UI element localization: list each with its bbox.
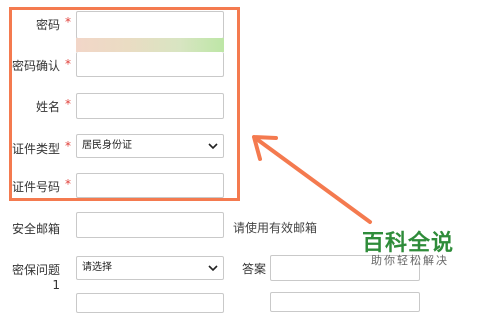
- id-type-select[interactable]: 居民身份证: [76, 134, 224, 158]
- next-row-input-left[interactable]: [76, 293, 224, 313]
- next-row-input-right[interactable]: [270, 292, 420, 312]
- id-number-input[interactable]: [76, 173, 224, 198]
- id-type-selected-value: 居民身份证: [82, 140, 132, 151]
- brand-watermark-subtitle: 助你轻松解决: [371, 254, 449, 267]
- name-input[interactable]: [76, 93, 224, 119]
- email-input[interactable]: [76, 212, 224, 238]
- name-label: 姓名: [35, 100, 60, 114]
- answer-label: 答案: [241, 262, 266, 276]
- password-confirm-label: 密码确认: [11, 59, 60, 73]
- security-question-select[interactable]: 请选择: [76, 256, 224, 280]
- security-question-label: 密保问题1: [11, 263, 60, 292]
- password-label: 密码: [35, 18, 60, 32]
- annotation-arrow: [252, 135, 372, 224]
- password-required-mark: *: [65, 15, 71, 29]
- password-confirm-input[interactable]: [76, 52, 224, 77]
- password-input[interactable]: [76, 11, 224, 39]
- chevron-down-icon: [208, 143, 218, 150]
- password-confirm-required-mark: *: [65, 57, 71, 71]
- id-number-required-mark: *: [65, 177, 71, 191]
- password-strength-bar: [76, 38, 224, 52]
- security-question-selected-value: 请选择: [82, 262, 112, 273]
- id-type-label: 证件类型: [11, 142, 60, 156]
- name-required-mark: *: [65, 97, 71, 111]
- chevron-down-icon: [208, 265, 218, 272]
- id-type-required-mark: *: [65, 139, 71, 153]
- id-number-label: 证件号码: [11, 180, 60, 194]
- email-label: 安全邮箱: [11, 222, 60, 236]
